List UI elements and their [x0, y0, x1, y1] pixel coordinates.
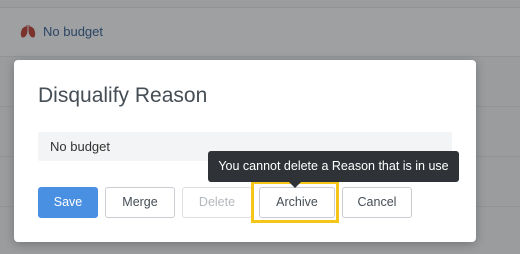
dialog-title: Disqualify Reason: [38, 84, 208, 107]
delete-disabled-tooltip: You cannot delete a Reason that is in us…: [208, 151, 459, 182]
cancel-button[interactable]: Cancel: [342, 187, 412, 218]
archive-button[interactable]: Archive: [259, 187, 335, 218]
tooltip-arrow: [289, 182, 301, 188]
save-button[interactable]: Save: [38, 187, 98, 218]
delete-button[interactable]: Delete: [182, 187, 252, 218]
merge-button[interactable]: Merge: [105, 187, 175, 218]
